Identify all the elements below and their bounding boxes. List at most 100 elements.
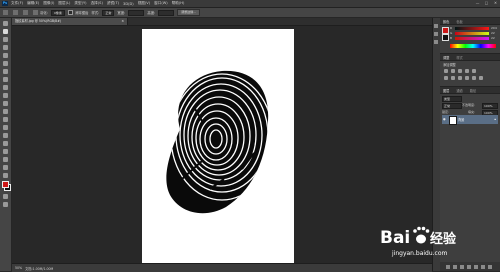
- layers-footer: [440, 262, 500, 271]
- screen-mode-icon[interactable]: [3, 202, 8, 207]
- channel-r-value[interactable]: 204: [491, 26, 497, 30]
- window-controls: — □ ✕: [475, 1, 498, 5]
- gradient-tool-icon[interactable]: [3, 109, 8, 114]
- link-layers-icon[interactable]: [446, 264, 450, 269]
- color-spectrum-bar[interactable]: [450, 44, 496, 48]
- new-selection-icon[interactable]: [13, 10, 18, 15]
- watermark-brand: Bai: [380, 228, 410, 248]
- history-panel-icon[interactable]: [434, 24, 438, 28]
- lasso-tool-icon[interactable]: [3, 37, 8, 42]
- antialias-checkbox[interactable]: [67, 10, 73, 15]
- new-layer-icon[interactable]: [481, 264, 485, 269]
- vibrance-icon[interactable]: [472, 69, 476, 73]
- tab-styles[interactable]: 样式: [456, 55, 462, 60]
- menu-image[interactable]: 图像(I): [43, 1, 54, 6]
- foreground-color-swatch[interactable]: [2, 181, 9, 188]
- minimize-button[interactable]: —: [475, 1, 480, 5]
- tab-channels[interactable]: 通道: [456, 88, 462, 93]
- width-input[interactable]: [128, 9, 145, 16]
- eye-icon[interactable]: ●: [443, 117, 447, 121]
- channel-b-value[interactable]: 22: [491, 36, 495, 40]
- shape-tool-icon[interactable]: [3, 157, 8, 162]
- brightness-icon[interactable]: [444, 69, 448, 73]
- add-selection-icon[interactable]: [23, 10, 28, 15]
- menu-file[interactable]: 文件(F): [11, 1, 23, 6]
- opacity-input[interactable]: 100%: [482, 103, 498, 109]
- subtract-selection-icon[interactable]: [33, 10, 38, 15]
- levels-icon[interactable]: [451, 69, 455, 73]
- feather-input[interactable]: 0像素: [50, 9, 65, 16]
- move-tool-icon[interactable]: [3, 21, 8, 26]
- black-white-icon[interactable]: [458, 76, 462, 80]
- style-select[interactable]: 正常: [102, 9, 115, 16]
- curves-icon[interactable]: [458, 69, 462, 73]
- layer-name[interactable]: 背景: [458, 117, 464, 122]
- menu-filter[interactable]: 滤镜(T): [107, 1, 119, 6]
- dodge-tool-icon[interactable]: [3, 125, 8, 130]
- channel-r-label: R: [450, 26, 453, 30]
- tab-adjustments[interactable]: 调整: [443, 55, 449, 60]
- character-panel-icon[interactable]: [434, 40, 438, 44]
- channel-r-slider[interactable]: [455, 27, 489, 30]
- refine-edge-button[interactable]: 调整边缘...: [177, 9, 201, 16]
- tab-swatches[interactable]: 色板: [456, 19, 462, 24]
- layer-row[interactable]: ● 背景 🔒︎: [442, 115, 498, 125]
- tab-layers[interactable]: 图层: [443, 88, 449, 93]
- close-tab-icon[interactable]: ×: [121, 18, 124, 25]
- new-group-icon[interactable]: [474, 264, 478, 269]
- close-window-button[interactable]: ✕: [493, 1, 498, 5]
- height-input[interactable]: [158, 9, 175, 16]
- exposure-icon[interactable]: [465, 69, 469, 73]
- photo-filter-icon[interactable]: [465, 76, 469, 80]
- fingerprint-image: [166, 70, 269, 214]
- menu-edit[interactable]: 编辑(E): [27, 1, 39, 6]
- pen-tool-icon[interactable]: [3, 133, 8, 138]
- marquee-tool-icon[interactable]: [3, 29, 8, 34]
- menu-select[interactable]: 选择(S): [91, 1, 103, 6]
- layer-style-icon[interactable]: [453, 264, 457, 269]
- clone-stamp-tool-icon[interactable]: [3, 85, 8, 90]
- add-mask-icon[interactable]: [460, 264, 464, 269]
- menu-help[interactable]: 帮助(H): [172, 1, 185, 6]
- brush-tool-icon[interactable]: [3, 77, 8, 82]
- menu-type[interactable]: 类型(Y): [74, 1, 86, 6]
- maximize-button[interactable]: □: [484, 1, 489, 5]
- zoom-tool-icon[interactable]: [3, 173, 8, 178]
- channel-mixer-icon[interactable]: [472, 76, 476, 80]
- menu-3d[interactable]: 3D(D): [123, 2, 134, 6]
- document-canvas[interactable]: [142, 29, 294, 263]
- adjustment-layer-icon[interactable]: [467, 264, 471, 269]
- hand-tool-icon[interactable]: [3, 165, 8, 170]
- quick-select-tool-icon[interactable]: [3, 45, 8, 50]
- width-label: 宽度:: [117, 11, 126, 15]
- marquee-tool-icon[interactable]: [3, 10, 8, 15]
- path-select-tool-icon[interactable]: [3, 149, 8, 154]
- eraser-tool-icon[interactable]: [3, 101, 8, 106]
- color-lookup-icon[interactable]: [479, 76, 483, 80]
- history-brush-tool-icon[interactable]: [3, 93, 8, 98]
- tab-paths[interactable]: 路径: [470, 88, 476, 93]
- healing-brush-tool-icon[interactable]: [3, 69, 8, 74]
- zoom-level[interactable]: 50%: [15, 266, 22, 270]
- document-tab[interactable]: 指纹素材.jpg @ 50%(RGB/8#) ×: [12, 18, 128, 25]
- type-tool-icon[interactable]: [3, 141, 8, 146]
- tab-color[interactable]: 颜色: [443, 19, 449, 24]
- channel-b-slider[interactable]: [455, 37, 489, 40]
- crop-tool-icon[interactable]: [3, 53, 8, 58]
- channel-g-slider[interactable]: [455, 32, 489, 35]
- quick-mask-icon[interactable]: [3, 194, 8, 199]
- panel-foreground-swatch[interactable]: [442, 27, 449, 34]
- panel-background-swatch[interactable]: [442, 34, 449, 41]
- channel-g-value[interactable]: 22: [491, 31, 495, 35]
- blend-mode-select[interactable]: 正常: [442, 103, 462, 109]
- hue-saturation-icon[interactable]: [444, 76, 448, 80]
- menu-window[interactable]: 窗口(W): [154, 1, 168, 6]
- delete-layer-icon[interactable]: [488, 264, 492, 269]
- menu-view[interactable]: 视图(V): [138, 1, 150, 6]
- menu-layer[interactable]: 图层(L): [58, 1, 70, 6]
- blur-tool-icon[interactable]: [3, 117, 8, 122]
- layer-kind-filter[interactable]: 类型: [442, 96, 462, 102]
- properties-panel-icon[interactable]: [434, 32, 438, 36]
- color-balance-icon[interactable]: [451, 76, 455, 80]
- eyedropper-tool-icon[interactable]: [3, 61, 8, 66]
